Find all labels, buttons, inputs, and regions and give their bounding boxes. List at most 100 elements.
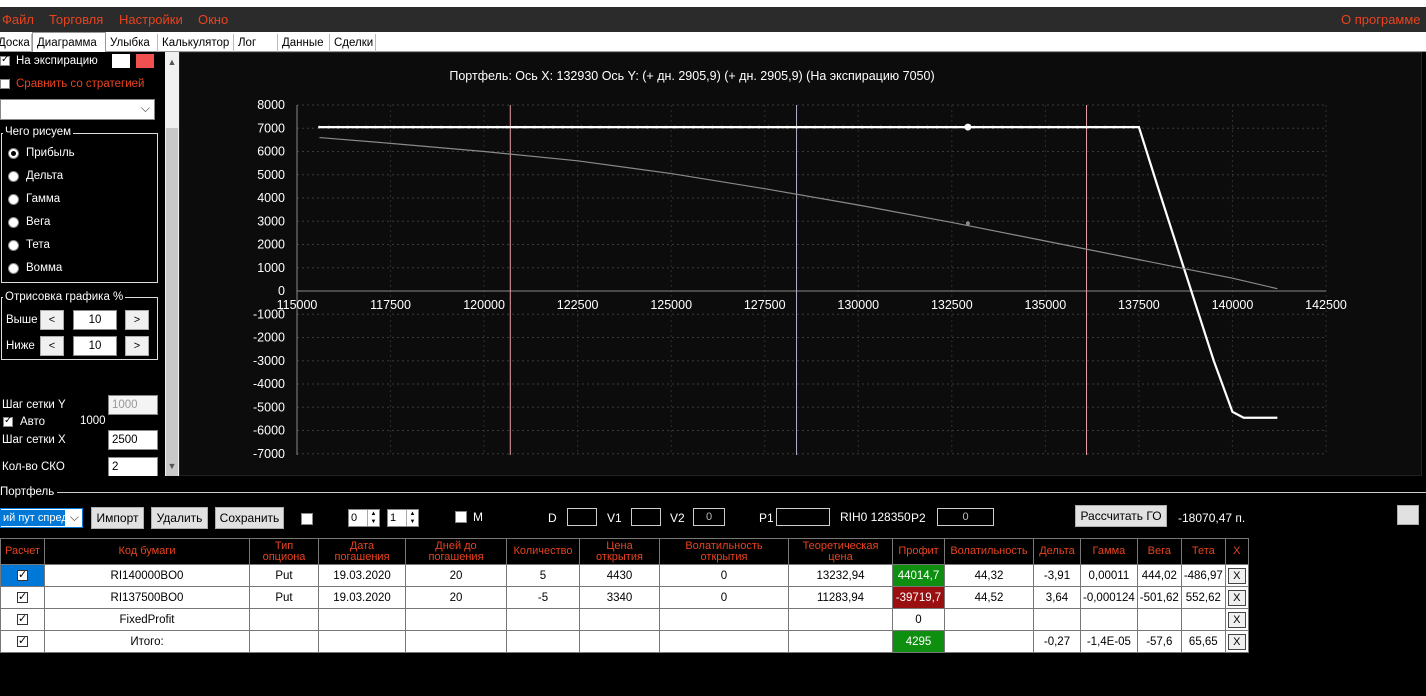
cell-open-vol[interactable]: 0	[659, 586, 789, 609]
cell-theta[interactable]	[1180, 608, 1226, 631]
cell-vol[interactable]	[944, 608, 1034, 631]
cell-date[interactable]	[318, 630, 406, 653]
scroll-down-icon[interactable]: ▼	[165, 458, 179, 474]
cell-qty[interactable]	[506, 630, 580, 653]
cell-date[interactable]: 19.03.2020	[318, 586, 406, 609]
col-header[interactable]: Дата погашения	[318, 538, 406, 565]
cell-gamma[interactable]: 0,00011	[1080, 564, 1138, 587]
above-input[interactable]: 10	[73, 310, 117, 330]
table-total-row[interactable]: Итого: 4295 -0,27 -1,4E-05 -57,6 65,65 X	[0, 630, 1249, 653]
cell-theta[interactable]: 552,62	[1180, 586, 1226, 609]
panel-splitter[interactable]	[0, 476, 1426, 484]
below-input[interactable]: 10	[73, 336, 117, 356]
cell-days[interactable]	[405, 630, 507, 653]
above-increase-button[interactable]: >	[125, 310, 149, 330]
radio-delta[interactable]	[8, 171, 19, 182]
cell-date[interactable]	[318, 608, 406, 631]
cell-type[interactable]	[249, 608, 319, 631]
calc-checkbox[interactable]	[17, 612, 28, 625]
cell-gamma[interactable]: -0,000124	[1080, 586, 1138, 609]
col-header[interactable]: Код бумаги	[44, 538, 250, 565]
strategy-combo[interactable]: ий пут спред ⌵	[0, 508, 83, 528]
calc-checkbox[interactable]	[17, 590, 28, 603]
cell-vol[interactable]: 44,52	[944, 586, 1034, 609]
cell-days[interactable]	[405, 608, 507, 631]
expiry-color-swatch[interactable]	[112, 54, 130, 68]
import-button[interactable]: Импорт	[91, 507, 144, 529]
cell-open-vol[interactable]	[659, 608, 789, 631]
radio-vomma[interactable]	[8, 263, 19, 274]
menu-trade[interactable]: Торговля	[49, 12, 103, 27]
menu-about[interactable]: О программе	[1341, 12, 1421, 27]
cell-delta[interactable]: -3,91	[1033, 564, 1081, 587]
grid-x-input[interactable]: 2500	[108, 430, 158, 450]
calc-checkbox[interactable]	[17, 568, 28, 581]
cell-type[interactable]: Put	[249, 586, 319, 609]
cell-vega[interactable]: -501,62	[1136, 586, 1182, 609]
spin-arrows-icon[interactable]: ▲ ▼	[406, 510, 418, 526]
cell-profit[interactable]: 4295	[892, 630, 945, 653]
calculate-go-button[interactable]: Рассчитать ГО	[1075, 505, 1167, 527]
cell-code[interactable]: Итого:	[44, 630, 250, 653]
auto-checkbox[interactable]	[3, 415, 13, 427]
cell-gamma[interactable]	[1080, 608, 1138, 631]
col-header[interactable]: Тип опциона	[249, 538, 319, 565]
cell-open-price[interactable]	[579, 608, 660, 631]
col-header[interactable]: Волатильность открытия	[659, 538, 789, 565]
cell-vega[interactable]	[1136, 608, 1182, 631]
scrollbar-thumb[interactable]	[166, 128, 178, 494]
option-checkbox[interactable]	[301, 513, 313, 525]
col-header[interactable]: Дельта	[1033, 538, 1081, 565]
scroll-up-icon[interactable]: ▲	[165, 54, 179, 70]
p1-input[interactable]	[776, 508, 830, 526]
left-panel-scrollbar[interactable]: ▲ ▼	[165, 52, 179, 494]
col-header[interactable]: X	[1224, 538, 1249, 565]
cell-code[interactable]: FixedProfit	[44, 608, 250, 631]
cell-vol[interactable]: 44,32	[944, 564, 1034, 587]
payoff-chart[interactable]: Портфель: Ось X: 132930 Ось Y: (+ дн. 29…	[179, 52, 1422, 476]
radio-theta[interactable]	[8, 240, 19, 251]
spin-input-1[interactable]: 0 ▲ ▼	[348, 509, 380, 527]
cell-open-vol[interactable]: 0	[659, 564, 789, 587]
tab-diagram[interactable]: Диаграмма	[32, 32, 106, 52]
d-input[interactable]	[567, 508, 597, 526]
cell-profit[interactable]: 44014,7	[892, 564, 945, 587]
cell-vega[interactable]: 444,02	[1136, 564, 1182, 587]
spin-input-2[interactable]: 1 ▲ ▼	[387, 509, 419, 527]
cell-profit[interactable]: -39719,7	[892, 586, 945, 609]
remove-row-button[interactable]: X	[1227, 589, 1246, 606]
col-header[interactable]: Количество	[506, 538, 580, 565]
cell-vega[interactable]: -57,6	[1136, 630, 1182, 653]
remove-row-button[interactable]: X	[1227, 611, 1246, 628]
cell-qty[interactable]	[506, 608, 580, 631]
menu-settings[interactable]: Настройки	[119, 12, 183, 27]
m-checkbox[interactable]	[455, 511, 467, 523]
grid-y-input[interactable]: 1000	[108, 395, 158, 415]
delete-button[interactable]: Удалить	[151, 507, 208, 529]
tab-log[interactable]: Лог	[234, 34, 278, 52]
cell-delta[interactable]	[1033, 608, 1081, 631]
cell-theo-price[interactable]	[788, 608, 893, 631]
tab-data[interactable]: Данные	[278, 34, 330, 52]
col-header[interactable]: Гамма	[1080, 538, 1138, 565]
menu-window[interactable]: Окно	[198, 12, 228, 27]
table-row[interactable]: RI140000BO0 Put 19.03.2020 20 5 4430 0 1…	[0, 564, 1249, 587]
remove-row-button[interactable]: X	[1227, 567, 1246, 584]
cell-days[interactable]: 20	[405, 586, 507, 609]
tab-calculator[interactable]: Калькулятор	[158, 34, 234, 52]
calc-checkbox-cell[interactable]	[0, 630, 45, 653]
compare-color-swatch[interactable]	[136, 54, 154, 68]
calc-checkbox[interactable]	[17, 634, 28, 647]
compare-checkbox[interactable]	[0, 79, 10, 89]
col-header[interactable]: Расчет	[0, 538, 45, 565]
cell-delta[interactable]: 3,64	[1033, 586, 1081, 609]
col-header[interactable]: Теоретическая цена	[788, 538, 893, 565]
sko-input[interactable]: 2	[108, 457, 158, 477]
cell-qty[interactable]: -5	[506, 586, 580, 609]
below-decrease-button[interactable]: <	[40, 336, 64, 356]
at-expiry-checkbox[interactable]	[0, 54, 10, 66]
calc-checkbox-cell[interactable]	[0, 586, 45, 609]
corner-button[interactable]	[1397, 505, 1419, 525]
cell-days[interactable]: 20	[405, 564, 507, 587]
table-row[interactable]: FixedProfit 0 X	[0, 608, 1249, 631]
